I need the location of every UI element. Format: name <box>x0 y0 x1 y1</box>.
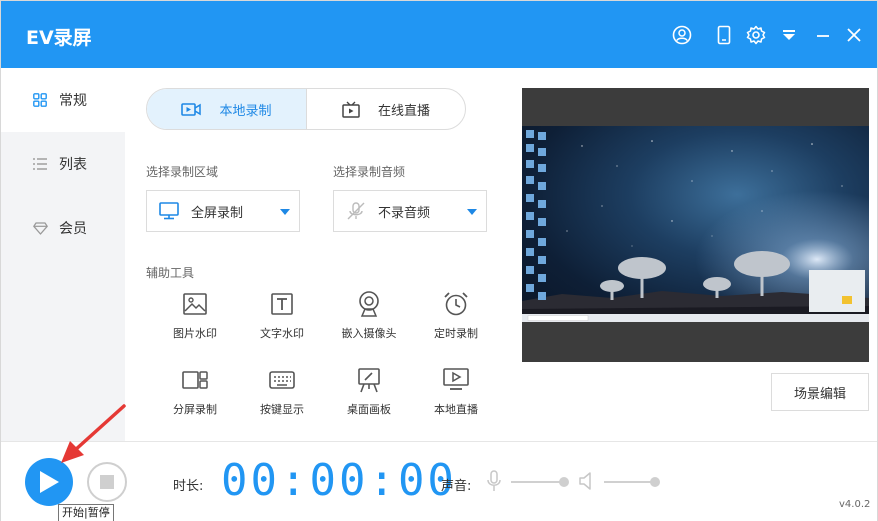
text-icon <box>269 291 295 317</box>
tool-label: 分屏录制 <box>173 403 217 416</box>
tool-scheduled-record[interactable]: 定时录制 <box>416 291 496 351</box>
phone-icon[interactable] <box>714 25 734 45</box>
tool-text-watermark[interactable]: 文字水印 <box>242 291 322 351</box>
tool-label: 文字水印 <box>260 327 304 340</box>
version-label: v4.0.2 <box>839 499 871 510</box>
tool-label: 图片水印 <box>173 327 217 340</box>
speaker-icon[interactable] <box>579 472 595 494</box>
close-icon[interactable] <box>844 25 864 45</box>
annotation-arrow <box>61 404 126 463</box>
tools-label: 辅助工具 <box>146 266 195 280</box>
sidebar-item-label: 列表 <box>59 157 87 173</box>
tab-live-stream[interactable]: 在线直播 <box>306 89 465 129</box>
tab-label: 在线直播 <box>377 103 430 119</box>
app-title: EV录屏 <box>26 27 92 49</box>
tool-label: 定时录制 <box>434 327 478 340</box>
mic-off-icon <box>346 201 366 221</box>
tool-label: 本地直播 <box>434 403 478 416</box>
slider-knob[interactable] <box>650 477 660 487</box>
tool-webcam[interactable]: 嵌入摄像头 <box>329 291 409 351</box>
stop-icon <box>100 475 114 489</box>
gear-icon[interactable] <box>746 25 766 45</box>
tool-label: 按键显示 <box>260 403 304 416</box>
title-bar: EV录屏 <box>1 1 877 68</box>
monitor-icon <box>159 201 179 221</box>
sidebar-item-general[interactable]: 常规 <box>1 68 125 132</box>
tool-desktop-board[interactable]: 桌面画板 <box>329 367 409 427</box>
split-screen-icon <box>182 367 208 393</box>
mode-tabs: 本地录制 在线直播 <box>146 88 466 130</box>
tool-label: 嵌入摄像头 <box>341 327 397 340</box>
minimize-icon[interactable] <box>813 25 833 45</box>
list-icon <box>32 156 48 172</box>
duration-label: 时长: <box>173 479 204 494</box>
play-monitor-icon <box>443 367 469 393</box>
sidebar: 常规 列表 会员 <box>1 68 125 441</box>
audio-value: 不录音频 <box>378 205 431 221</box>
desktop-preview-image <box>522 126 869 322</box>
play-icon <box>40 471 59 493</box>
bottom-bar: 开始|暂停 时长: 00:00:00 声音: v4.0.2 <box>1 441 877 521</box>
chevron-down-icon <box>280 209 290 215</box>
tab-local-record[interactable]: 本地录制 <box>147 89 306 129</box>
tv-icon <box>342 101 360 118</box>
diamond-icon <box>32 220 48 236</box>
audio-select[interactable]: 不录音频 <box>333 190 487 232</box>
tool-label: 桌面画板 <box>347 403 391 416</box>
dropdown-menu-icon[interactable] <box>779 25 799 45</box>
record-camera-icon <box>181 101 202 117</box>
keyboard-icon <box>269 367 295 393</box>
preview-pane <box>522 88 869 362</box>
image-icon <box>182 291 208 317</box>
sound-label: 声音: <box>441 479 472 494</box>
alarm-clock-icon <box>443 291 469 317</box>
tool-split-screen[interactable]: 分屏录制 <box>155 367 235 427</box>
speaker-volume-slider[interactable] <box>604 477 660 487</box>
user-icon[interactable] <box>672 25 692 45</box>
slider-knob[interactable] <box>559 477 569 487</box>
sidebar-item-list[interactable]: 列表 <box>1 132 125 196</box>
mic-volume-slider[interactable] <box>511 477 569 487</box>
microphone-icon[interactable] <box>487 470 501 496</box>
tooltip: 开始|暂停 <box>58 504 114 521</box>
area-select[interactable]: 全屏录制 <box>146 190 300 232</box>
scene-edit-button[interactable]: 场景编辑 <box>771 373 869 411</box>
audio-label: 选择录制音频 <box>333 165 406 179</box>
webcam-icon <box>356 291 382 317</box>
stop-button[interactable] <box>87 462 127 502</box>
app-window: EV录屏 常规 列表 会员 本地录制 在线直播 选择录制区域 全屏录制 选择录制… <box>0 0 878 521</box>
area-label: 选择录制区域 <box>146 165 219 179</box>
sidebar-item-label: 常规 <box>59 93 87 109</box>
tool-local-live[interactable]: 本地直播 <box>416 367 496 427</box>
area-value: 全屏录制 <box>191 205 244 221</box>
tool-image-watermark[interactable]: 图片水印 <box>155 291 235 351</box>
sidebar-item-label: 会员 <box>59 221 87 237</box>
tool-key-display[interactable]: 按键显示 <box>242 367 322 427</box>
tab-label: 本地录制 <box>219 103 272 119</box>
chevron-down-icon <box>467 209 477 215</box>
grid-icon <box>32 92 48 108</box>
timer-display: 00:00:00 <box>221 455 457 506</box>
sidebar-item-member[interactable]: 会员 <box>1 196 125 260</box>
easel-icon <box>356 367 382 393</box>
